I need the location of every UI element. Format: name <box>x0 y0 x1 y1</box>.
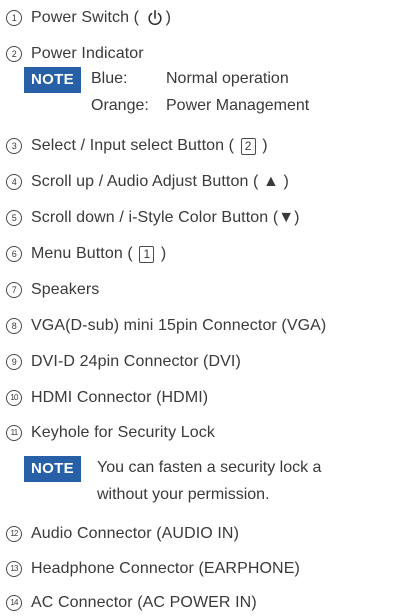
item-number: 13 <box>6 561 22 577</box>
list-item-hdmi-connector: 10 HDMI Connector (HDMI) <box>6 386 208 410</box>
list-item-keyhole: 11 Keyhole for Security Lock <box>6 421 215 445</box>
list-item-headphone-connector: 13 Headphone Connector (EARPHONE) <box>6 557 300 581</box>
item-number: 1 <box>6 10 22 26</box>
item-text: Speakers <box>31 281 100 298</box>
note-row-value: Power Management <box>166 97 310 114</box>
note-text-line: without your permission. <box>97 486 270 503</box>
list-item-ac-connector: 14 AC Connector (AC POWER IN) <box>6 591 257 615</box>
item-text: AC Connector (AC POWER IN) <box>31 594 257 611</box>
button-number-box: 1 <box>139 245 155 263</box>
note-badge: NOTE <box>24 67 81 93</box>
item-text: Audio Connector (AUDIO IN) <box>31 525 240 542</box>
item-text-after: ) <box>165 9 172 26</box>
item-number: 12 <box>6 526 22 542</box>
item-number: 10 <box>6 390 22 406</box>
list-item-power-switch: 1 Power Switch ( ) <box>6 6 171 30</box>
list-item-select-button: 3 Select / Input select Button ( 2 ) <box>6 134 268 158</box>
note-row-key: Blue: <box>91 70 128 87</box>
list-item-power-indicator: 2 Power Indicator <box>6 42 144 66</box>
item-number: 9 <box>6 354 22 370</box>
item-text: Headphone Connector (EARPHONE) <box>31 560 300 577</box>
item-text-after: ) <box>156 245 167 262</box>
item-number: 7 <box>6 282 22 298</box>
item-number: 2 <box>6 46 22 62</box>
item-number: 11 <box>6 425 22 441</box>
list-item-dvi-connector: 9 DVI-D 24pin Connector (DVI) <box>6 350 241 374</box>
item-text: VGA(D-sub) mini 15pin Connector (VGA) <box>31 317 327 334</box>
list-item-menu-button: 6 Menu Button ( 1 ) <box>6 242 166 266</box>
item-text-before: Menu Button ( <box>31 245 138 262</box>
item-text-after: ) <box>257 137 268 154</box>
note-badge: NOTE <box>24 456 81 482</box>
item-text: Scroll down / i-Style Color Button (▼) <box>31 209 300 226</box>
item-number: 6 <box>6 246 22 262</box>
list-item-scroll-down-button: 5 Scroll down / i-Style Color Button (▼) <box>6 206 300 230</box>
item-text-before: Select / Input select Button ( <box>31 137 239 154</box>
item-text: DVI-D 24pin Connector (DVI) <box>31 353 241 370</box>
item-text: Scroll up / Audio Adjust Button ( ▲ ) <box>31 173 289 190</box>
note-row-value: Normal operation <box>166 70 289 87</box>
list-item-audio-connector: 12 Audio Connector (AUDIO IN) <box>6 522 239 546</box>
power-icon <box>148 10 162 25</box>
item-text: Keyhole for Security Lock <box>31 424 215 441</box>
item-number: 8 <box>6 318 22 334</box>
item-number: 4 <box>6 174 22 190</box>
list-item-vga-connector: 8 VGA(D-sub) mini 15pin Connector (VGA) <box>6 314 326 338</box>
item-number: 3 <box>6 138 22 154</box>
list-item-scroll-up-button: 4 Scroll up / Audio Adjust Button ( ▲ ) <box>6 170 289 194</box>
button-number-box: 2 <box>240 137 256 155</box>
list-item-speakers: 7 Speakers <box>6 278 99 302</box>
note-row-key: Orange: <box>91 97 149 114</box>
item-number: 14 <box>6 595 22 611</box>
item-text: HDMI Connector (HDMI) <box>31 389 209 406</box>
item-text: Power Indicator <box>31 45 144 62</box>
note-text-line: You can fasten a security lock a <box>97 459 322 476</box>
item-number: 5 <box>6 210 22 226</box>
item-text-before: Power Switch ( <box>31 9 144 26</box>
